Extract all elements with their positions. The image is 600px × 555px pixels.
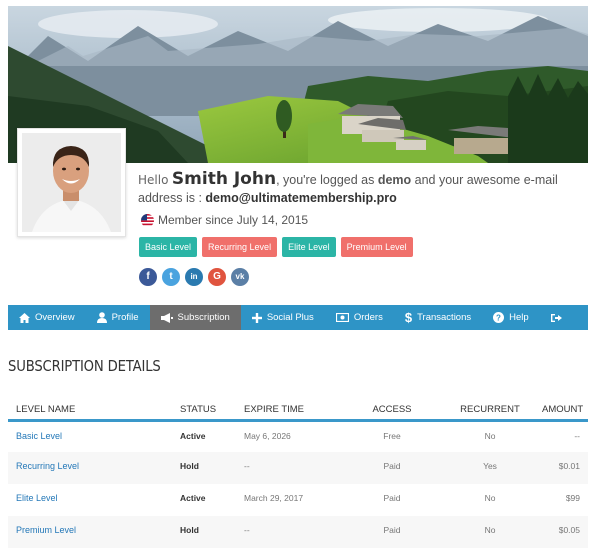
status-cell: Active: [180, 493, 206, 503]
user-icon: [96, 312, 107, 323]
avatar-photo: [22, 133, 121, 232]
recurrent-cell: No: [438, 516, 534, 548]
tab-profile[interactable]: Profile: [86, 305, 150, 330]
amount-cell: --: [574, 430, 580, 441]
home-icon: [19, 312, 30, 323]
col-recurrent: RECURRENT: [438, 400, 534, 422]
vk-icon[interactable]: vk: [231, 268, 249, 286]
col-access: ACCESS: [338, 400, 438, 422]
tab-orders[interactable]: Orders: [325, 305, 394, 330]
col-expire-time: EXPIRE TIME: [236, 400, 338, 422]
recurrent-cell: No: [484, 493, 496, 503]
table-header: LEVEL NAME STATUS EXPIRE TIME ACCESS REC…: [8, 400, 588, 422]
access-cell: Paid: [338, 516, 438, 548]
access-cell: Paid: [383, 493, 401, 503]
recurrent-cell: Yes: [438, 452, 534, 484]
amount-cell: $99: [565, 493, 580, 503]
status-cell: Hold: [172, 516, 236, 548]
user-name: Smith John: [171, 169, 277, 189]
member-since-text: Member since July 14, 2015: [158, 213, 309, 227]
hello-text: Hello: [138, 173, 169, 187]
level-name-link[interactable]: Basic Level: [8, 420, 172, 452]
col-status: STATUS: [172, 400, 236, 422]
tab-help-label: Help: [509, 312, 529, 323]
recurrent-cell: No: [484, 430, 496, 441]
amount-cell: $0.01: [534, 452, 588, 484]
expire-cell: May 6, 2026: [244, 430, 291, 441]
table-row: Recurring Level Hold -- Paid Yes $0.01: [8, 452, 588, 484]
badge-basic-level: Basic Level: [139, 237, 198, 257]
level-name-link[interactable]: Premium Level: [8, 516, 172, 548]
money-icon: [335, 313, 349, 322]
facebook-icon[interactable]: f: [139, 268, 157, 286]
table-row: Premium Level Hold -- Paid No $0.05: [8, 516, 588, 548]
tab-orders-label: Orders: [353, 312, 383, 323]
tab-overview[interactable]: Overview: [8, 305, 86, 330]
expire-cell: March 29, 2017: [244, 493, 304, 503]
logged-as-text: , you're logged as: [276, 173, 378, 187]
google-icon[interactable]: G: [208, 268, 226, 286]
megaphone-icon: [160, 312, 173, 323]
table-row: Basic Level Active May 6, 2026 Free No -…: [8, 420, 588, 452]
user-email: demo@ultimatemembership.pro: [205, 191, 397, 205]
tab-social-plus[interactable]: Social Plus: [241, 305, 325, 330]
plus-icon: [251, 312, 262, 323]
table-row: Elite Level Active March 29, 2017 Paid N…: [8, 484, 588, 516]
social-links: f t in G vk: [139, 268, 249, 286]
tab-logout[interactable]: [540, 305, 578, 330]
help-icon: ?: [493, 312, 505, 323]
expire-cell: --: [236, 452, 338, 484]
level-name-link[interactable]: Recurring Level: [8, 452, 172, 484]
amount-cell: $0.05: [534, 516, 588, 548]
tab-subscription-label: Subscription: [177, 312, 230, 323]
level-badges: Basic Level Recurring Level Elite Level …: [139, 237, 413, 257]
tab-help[interactable]: ? Help: [482, 305, 540, 330]
expire-cell: --: [236, 516, 338, 548]
dollar-icon: $: [404, 310, 413, 325]
avatar[interactable]: [17, 128, 126, 237]
svg-text:?: ?: [496, 314, 501, 323]
role-name: demo: [377, 173, 412, 187]
twitter-icon[interactable]: t: [162, 268, 180, 286]
account-nav: Overview Profile Subscription Social Plu…: [8, 305, 588, 330]
section-title: SUBSCRIPTION DETAILS: [8, 357, 161, 375]
status-cell: Active: [180, 430, 206, 441]
tab-profile-label: Profile: [111, 312, 139, 323]
us-flag-icon: [141, 213, 154, 227]
access-cell: Free: [383, 430, 401, 441]
badge-recurring-level: Recurring Level: [202, 237, 278, 257]
sign-out-icon: [550, 313, 562, 323]
col-amount: AMOUNT: [534, 400, 588, 422]
tab-transactions-label: Transactions: [417, 312, 472, 323]
tab-social-plus-label: Social Plus: [266, 312, 314, 323]
badge-premium-level: Premium Level: [340, 237, 413, 257]
linkedin-icon[interactable]: in: [185, 268, 203, 286]
subscription-table: LEVEL NAME STATUS EXPIRE TIME ACCESS REC…: [8, 400, 588, 548]
badge-elite-level: Elite Level: [282, 237, 336, 257]
tab-overview-label: Overview: [35, 312, 75, 323]
tab-subscription[interactable]: Subscription: [149, 305, 241, 330]
welcome-message: Hello Smith John, you're logged as demo …: [138, 170, 578, 207]
status-cell: Hold: [172, 452, 236, 484]
col-level-name: LEVEL NAME: [8, 400, 172, 422]
member-since: Member since July 14, 2015: [141, 212, 308, 228]
level-name-link[interactable]: Elite Level: [8, 484, 172, 516]
access-cell: Paid: [338, 452, 438, 484]
tab-transactions[interactable]: $ Transactions: [394, 305, 482, 330]
